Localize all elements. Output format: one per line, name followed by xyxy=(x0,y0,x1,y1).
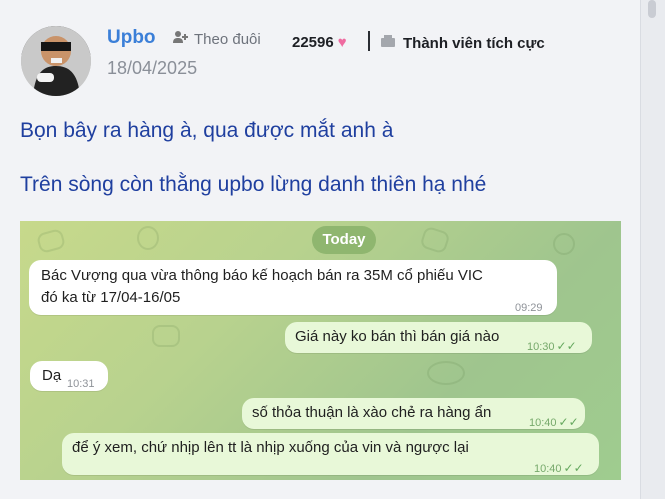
double-check-icon: ✓✓ xyxy=(558,415,579,429)
message-bubble-3: Dạ 10:31 xyxy=(30,361,108,391)
message-5-time-value: 10:40 xyxy=(534,463,562,475)
message-bubble-5: để ý xem, chứ nhịp lên tt là nhịp xuống … xyxy=(62,433,599,475)
message-4-time: 10:40 ✓✓ xyxy=(529,411,579,434)
member-rank: Thành viên tích cực xyxy=(380,34,545,52)
message-3-time: 10:31 xyxy=(67,378,95,390)
message-4-time-value: 10:40 xyxy=(529,417,557,429)
badge-icon xyxy=(380,34,396,52)
avatar-image xyxy=(21,26,91,96)
rank-label: Thành viên tích cực xyxy=(403,34,545,52)
points-count: 22596 ♥ xyxy=(292,34,347,51)
message-4-text: số thỏa thuận là xào chẻ ra hàng ẩn xyxy=(252,404,492,421)
chat-screenshot[interactable]: Today Bác Vượng qua vừa thông báo kế hoạ… xyxy=(20,221,621,480)
message-2-time: 10:30 ✓✓ xyxy=(527,335,577,358)
username-link[interactable]: Upbo xyxy=(107,27,156,49)
message-5-time: 10:40 ✓✓ xyxy=(534,457,584,480)
chat-doodle xyxy=(419,225,451,255)
follow-button[interactable]: Theo đuôi xyxy=(172,30,261,48)
double-check-icon: ✓✓ xyxy=(556,339,577,353)
date-chip: Today xyxy=(312,226,376,254)
post-date: 18/04/2025 xyxy=(107,58,198,78)
message-1-time: 09:29 xyxy=(515,302,543,314)
scrollbar-thumb[interactable] xyxy=(648,0,656,18)
post-text-line-1: Bọn bây ra hàng à, qua được mắt anh à xyxy=(20,119,394,142)
user-plus-icon xyxy=(172,30,188,48)
scrollbar-track[interactable] xyxy=(640,0,665,499)
post-text-line-2: Trên sòng còn thằng upbo lừng danh thiên… xyxy=(20,173,487,196)
message-bubble-1: Bác Vượng qua vừa thông báo kế hoạch bán… xyxy=(29,260,557,315)
chat-doodle xyxy=(35,227,67,255)
message-5-text: để ý xem, chứ nhịp lên tt là nhịp xuống … xyxy=(72,439,469,456)
header-divider xyxy=(368,31,370,51)
chat-doodle xyxy=(553,233,575,255)
message-bubble-4: số thỏa thuận là xào chẻ ra hàng ẩn 10:4… xyxy=(242,398,585,429)
avatar[interactable] xyxy=(21,26,91,96)
chat-doodle xyxy=(427,361,465,385)
post-card: Upbo Theo đuôi 22596 ♥ Thành viên tích c… xyxy=(0,0,640,499)
message-1-line-1: Bác Vượng qua vừa thông báo kế hoạch bán… xyxy=(41,267,483,284)
heart-icon: ♥ xyxy=(337,34,347,51)
message-1-line-2: đó ka từ 17/04-16/05 xyxy=(41,289,181,306)
message-3-text: Dạ xyxy=(42,367,62,384)
points-value: 22596 xyxy=(292,34,334,51)
message-bubble-2: Giá này ko bán thì bán giá nào 10:30 ✓✓ xyxy=(285,322,592,353)
chat-doodle xyxy=(152,325,180,347)
follow-label: Theo đuôi xyxy=(194,30,261,48)
chat-doodle xyxy=(137,226,159,250)
message-2-time-value: 10:30 xyxy=(527,341,555,353)
message-2-text: Giá này ko bán thì bán giá nào xyxy=(295,328,500,345)
double-check-icon: ✓✓ xyxy=(563,461,584,475)
